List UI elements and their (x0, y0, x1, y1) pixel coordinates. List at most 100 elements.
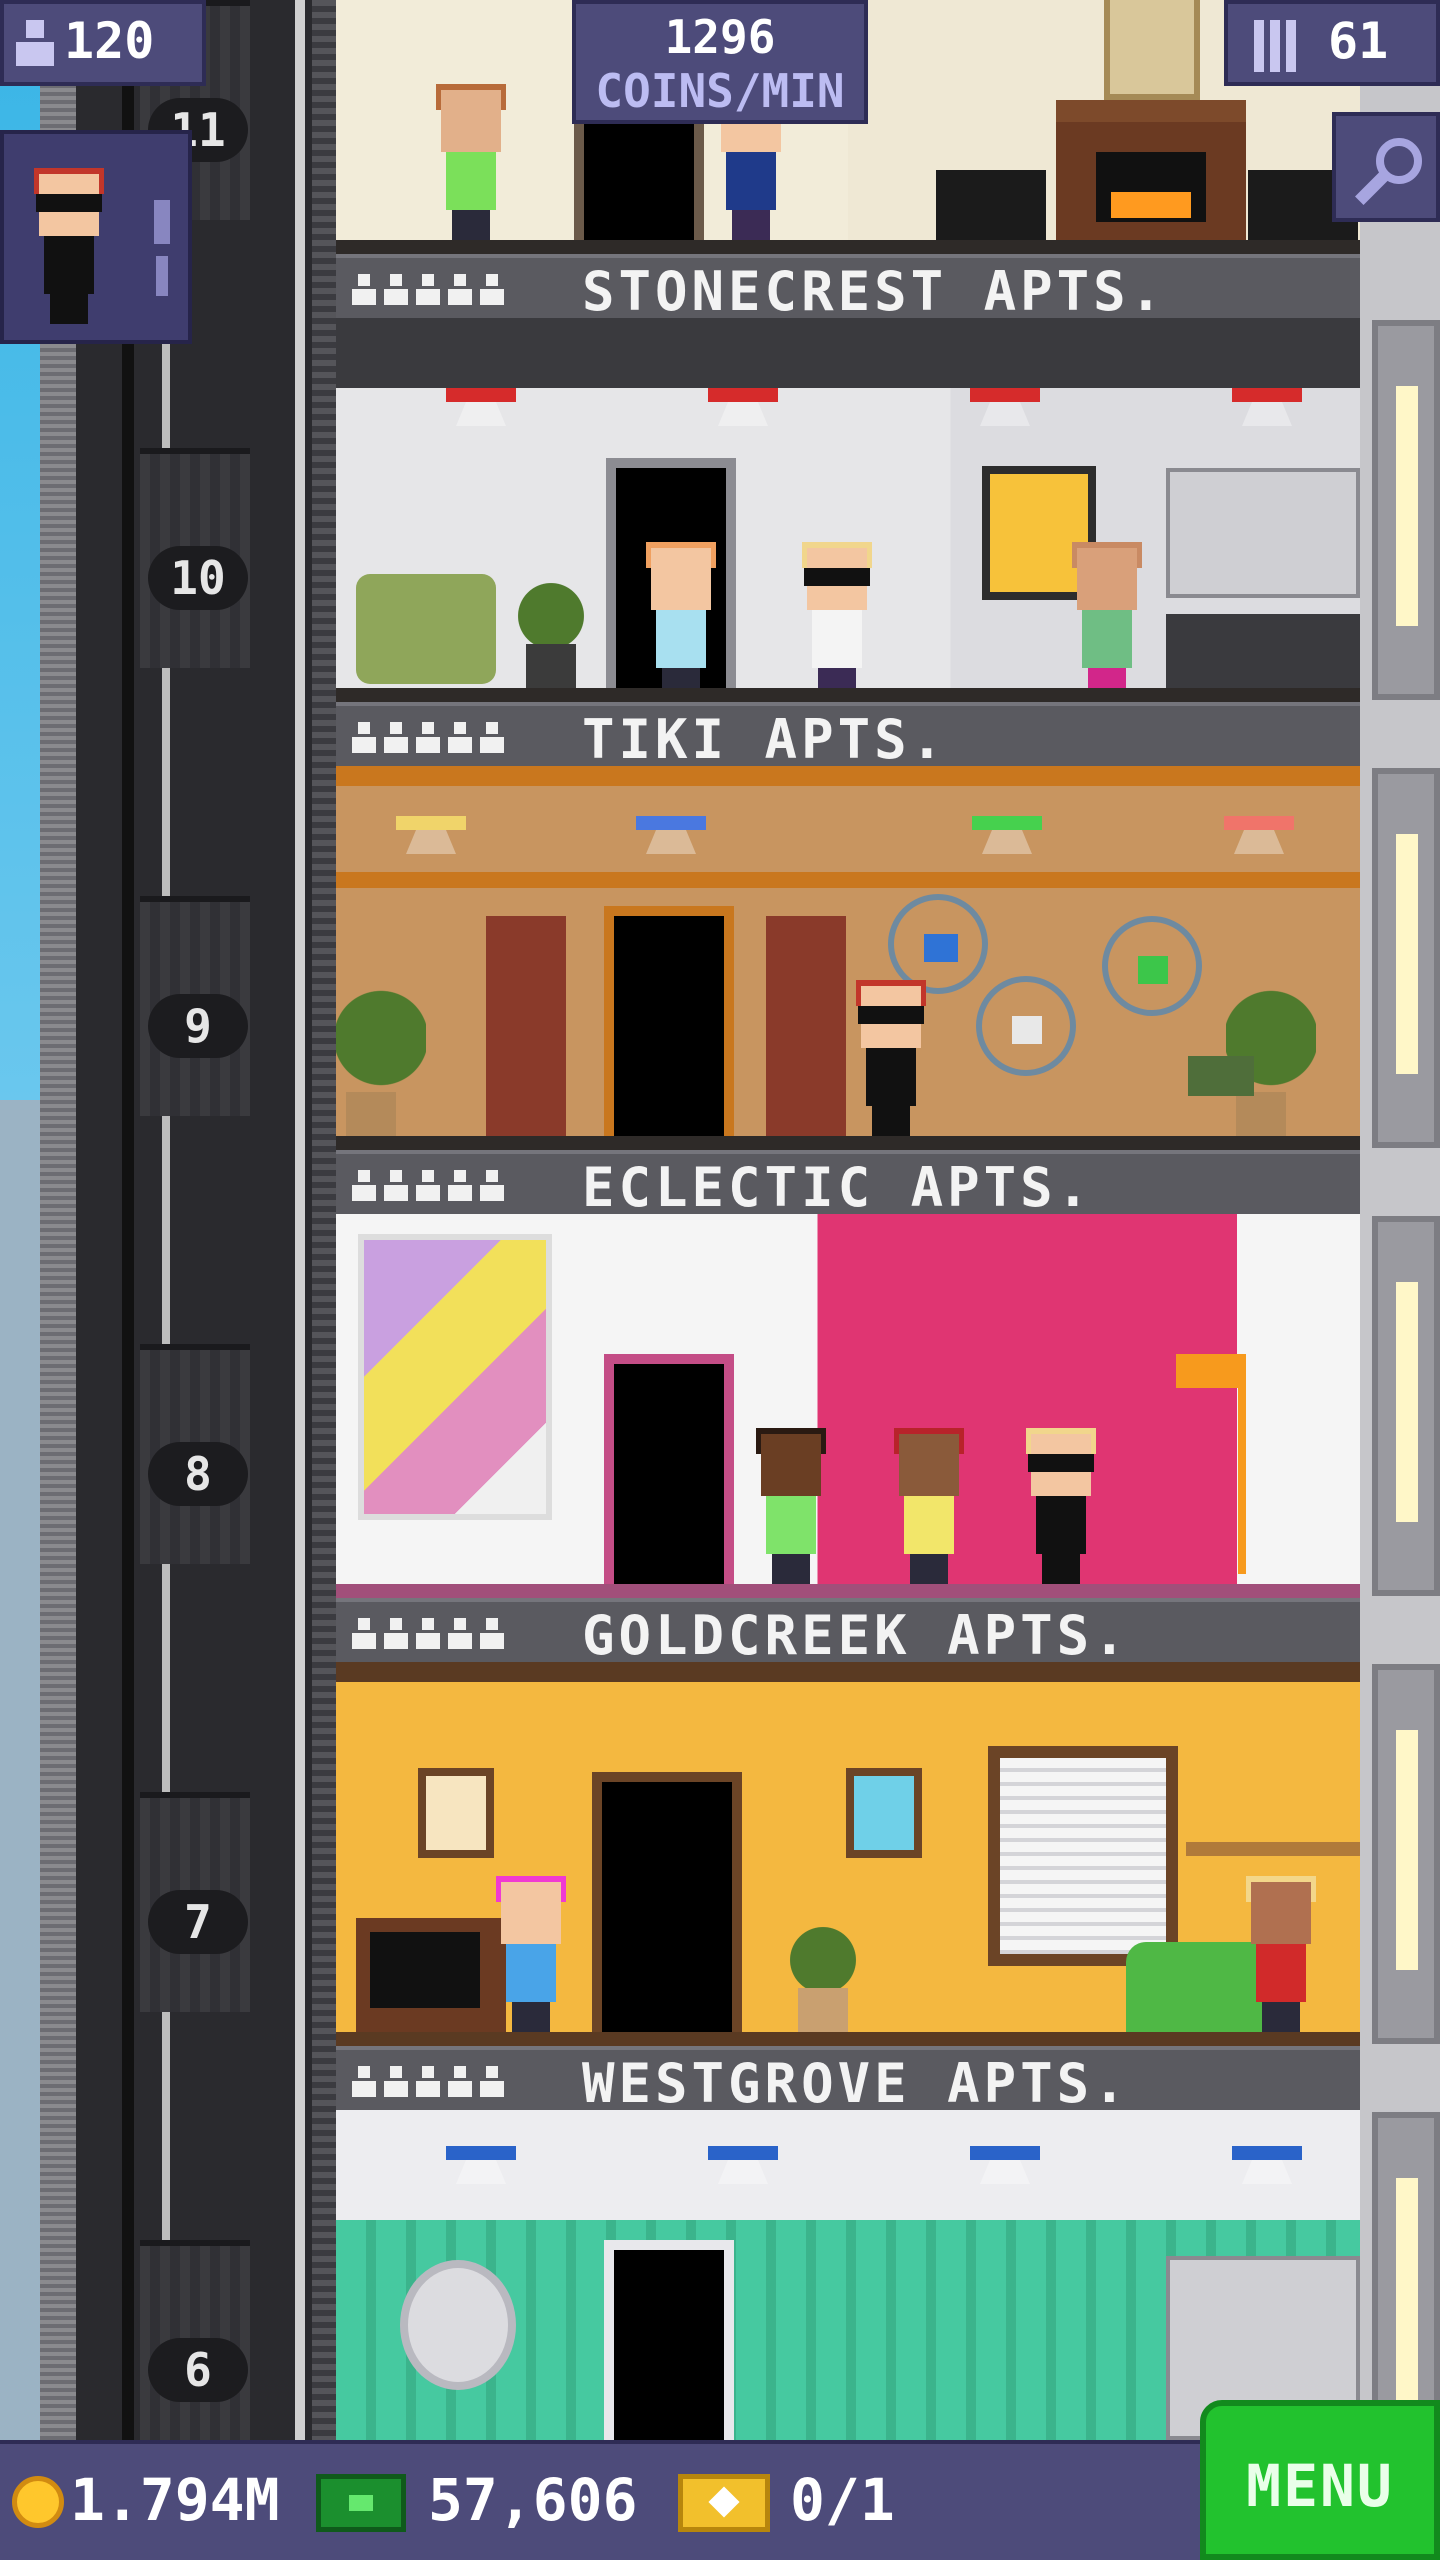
elevator-shaft[interactable] (40, 0, 340, 2440)
radio (1188, 1056, 1254, 1096)
resident-agent[interactable] (846, 980, 936, 1136)
floor-label-bar: TIKI APTS. (336, 702, 1360, 766)
room-door (604, 2240, 734, 2440)
elevator-cable (295, 0, 305, 2440)
coin-icon (12, 2476, 64, 2528)
background-building (0, 1100, 40, 2440)
tiki-statue (486, 916, 566, 1136)
floors-counter[interactable]: 61 (1224, 0, 1440, 86)
floorboard (336, 1584, 1360, 1598)
menu-button[interactable]: MENU (1200, 2400, 1440, 2560)
resident[interactable] (1062, 542, 1152, 698)
vip-agent-avatar (24, 168, 114, 324)
bux-icon (316, 2474, 406, 2532)
floor-westgrove[interactable]: WESTGROVE APTS. (336, 1662, 1360, 2110)
bux-amount[interactable]: 57,606 (428, 2440, 638, 2560)
ceiling-lamp (1232, 388, 1302, 428)
vip-visitor-button[interactable] (0, 130, 192, 344)
exterior-window (1372, 1664, 1440, 2044)
resident-agent[interactable] (1016, 1428, 1106, 1584)
armchair (356, 574, 496, 684)
speaker (936, 170, 1046, 240)
ceiling-lamp (708, 2146, 778, 2186)
exterior-window (1372, 768, 1440, 1148)
floor-tiki[interactable]: TIKI APTS. (336, 318, 1360, 766)
floor-number-10: 10 (148, 546, 248, 610)
resident[interactable] (636, 542, 726, 698)
alert-icon (154, 200, 170, 244)
floor-name: WESTGROVE APTS. (582, 2052, 1130, 2111)
magnifier-handle (1355, 171, 1389, 205)
occupancy-icons (352, 274, 504, 310)
exterior-window (1372, 320, 1440, 700)
floorboard (336, 688, 1360, 702)
ceiling-lamp (708, 388, 778, 428)
bamboo-plant (1226, 966, 1316, 1136)
floor-goldcreek[interactable]: GOLDCREEK APTS. (336, 1214, 1360, 1662)
fireplace (1056, 100, 1246, 240)
floor-number-9: 9 (148, 994, 248, 1058)
floor-6[interactable] (336, 2110, 1360, 2440)
resident[interactable] (486, 1876, 576, 2032)
floor-label-bar: WESTGROVE APTS. (336, 2046, 1360, 2110)
potted-plant (516, 568, 586, 688)
tiki-statue (766, 916, 846, 1136)
floor-label-bar: ECLECTIC APTS. (336, 1150, 1360, 1214)
floor-number-6: 6 (148, 2338, 248, 2402)
search-button[interactable] (1332, 112, 1440, 222)
abstract-painting (358, 1234, 552, 1520)
floor-eclectic[interactable]: ECLECTIC APTS. (336, 766, 1360, 1214)
population-counter[interactable]: 120 (0, 0, 206, 86)
floorboard (336, 2032, 1360, 2046)
bird-cage (888, 894, 988, 994)
resident[interactable] (792, 542, 882, 698)
floor-label-bar: GOLDCREEK APTS. (336, 1598, 1360, 1662)
mirror (400, 2260, 516, 2390)
coins-per-min-panel: 1296 COINS/MIN (572, 0, 868, 124)
coins-amount[interactable]: 1.794M (70, 2440, 280, 2560)
television (356, 1918, 506, 2032)
occupancy-icons (352, 722, 504, 758)
occupancy-icons (352, 2066, 504, 2102)
occupancy-icons (352, 1618, 504, 1654)
occupancy-icons (352, 1170, 504, 1206)
floor-name: STONECREST APTS. (582, 260, 1167, 319)
ticket-icon (678, 2474, 770, 2532)
coins-per-min-value: 1296 (664, 10, 776, 64)
floor-label-bar: STONECREST APTS. (336, 254, 1360, 318)
bird-cage (1102, 916, 1202, 1016)
potted-plant (788, 1912, 858, 2032)
resident[interactable] (746, 1428, 836, 1584)
painting (1104, 0, 1200, 100)
person-icon (16, 20, 54, 68)
room-door (592, 1772, 742, 2032)
exterior-window (1372, 1216, 1440, 1596)
ceiling-lamp (446, 388, 516, 428)
room-door (604, 906, 734, 1136)
hanging-lamp (1224, 816, 1294, 856)
wood-beam (336, 872, 1360, 888)
resident[interactable] (1236, 1876, 1326, 2032)
resident[interactable] (884, 1428, 974, 1584)
floor-name: GOLDCREEK APTS. (582, 1604, 1130, 1663)
room-door (604, 1354, 734, 1584)
hanging-lamp (636, 816, 706, 856)
hanging-lamp (396, 816, 466, 856)
floor-lamp (1176, 1354, 1266, 1584)
population-value: 120 (64, 12, 155, 70)
floors-value: 61 (1328, 12, 1389, 70)
framed-photo (418, 1768, 494, 1858)
kitchen-cabinets (1166, 468, 1360, 598)
bookshelf (1186, 1842, 1360, 1856)
floor-number-8: 8 (148, 1442, 248, 1506)
coins-per-min-label: COINS/MIN (595, 64, 845, 118)
floorboard (336, 240, 1360, 254)
resident[interactable] (426, 84, 516, 240)
building-icon (1254, 20, 1298, 72)
shaft-rail (40, 0, 76, 2440)
floor-name: TIKI APTS. (582, 708, 948, 767)
framed-photo (846, 1768, 922, 1858)
bamboo-plant (336, 966, 426, 1136)
elevator-cable (162, 0, 170, 2440)
tickets-amount[interactable]: 0/1 (790, 2440, 895, 2560)
